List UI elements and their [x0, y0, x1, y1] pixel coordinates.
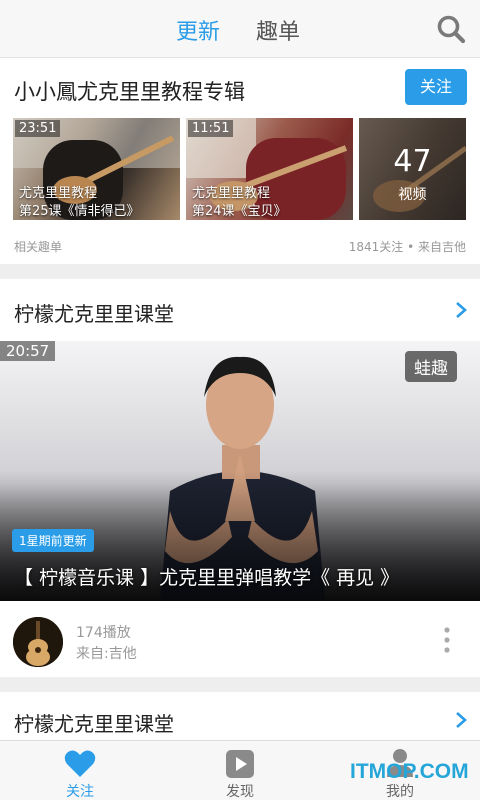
play-icon: [226, 750, 254, 778]
nav-discover[interactable]: 发现: [200, 741, 280, 800]
source-label: 来自:吉他: [76, 646, 137, 662]
thumbnail-caption: 尤克里里教程: [19, 186, 98, 201]
update-badge: 1星期前更新: [12, 529, 94, 552]
thumbnail-caption: 第24课《宝贝》: [192, 204, 287, 219]
channel-title[interactable]: 柠檬尤克里里课堂: [14, 298, 174, 327]
duration-label: 23:51: [15, 120, 61, 137]
more-videos-thumbnail[interactable]: 47 视频: [359, 118, 466, 220]
featured-video[interactable]: 20:57 蛙趣 1星期前更新 【 柠檬音乐课 】尤克里里弹唱教学《 再见 》: [0, 341, 480, 601]
channel-title[interactable]: 柠檬尤克里里课堂: [14, 708, 174, 737]
duration-label: 11:51: [188, 120, 234, 137]
brand-badge: 蛙趣: [405, 351, 457, 382]
tab-updates[interactable]: 更新: [176, 14, 220, 46]
thumbnail-caption: 第25课《情非得已》: [19, 204, 140, 219]
search-icon[interactable]: [436, 14, 466, 44]
follow-count: 1841关注 • 来自吉他: [348, 240, 466, 254]
video-thumbnail[interactable]: 23:51 尤克里里教程 第25课《情非得已》: [13, 118, 180, 220]
video-count-label: 视频: [398, 187, 427, 203]
avatar[interactable]: [13, 617, 63, 667]
top-bar: 更新 趣单: [0, 0, 480, 58]
more-options-icon[interactable]: [443, 627, 451, 653]
follow-button[interactable]: 关注: [405, 69, 467, 105]
thumbnail-caption: 尤克里里教程: [192, 186, 271, 201]
video-thumbnail[interactable]: 11:51 尤克里里教程 第24课《宝贝》: [186, 118, 353, 220]
related-lists-label: 相关趣单: [14, 240, 63, 254]
nav-label: 关注: [66, 784, 94, 800]
heart-icon: [64, 750, 96, 777]
play-count: 174播放: [76, 625, 131, 641]
channel-card: 柠檬尤克里里课堂: [0, 279, 480, 677]
watermark: ITMOP.COM: [350, 760, 469, 783]
tab-lists[interactable]: 趣单: [256, 14, 300, 46]
video-count: 47: [393, 144, 432, 179]
nav-label: 发现: [226, 784, 254, 800]
chevron-right-icon[interactable]: [454, 301, 468, 319]
chevron-right-icon[interactable]: [454, 711, 468, 729]
nav-follow[interactable]: 关注: [40, 741, 120, 800]
collection-card[interactable]: 小小鳳尤克里里教程专辑 关注 23:51 尤克里里教程 第25课《情非得已》 1…: [0, 58, 480, 264]
duration-label: 20:57: [0, 341, 56, 361]
video-title: 【 柠檬音乐课 】尤克里里弹唱教学《 再见 》: [14, 567, 400, 589]
collection-title: 小小鳳尤克里里教程专辑: [14, 80, 245, 104]
